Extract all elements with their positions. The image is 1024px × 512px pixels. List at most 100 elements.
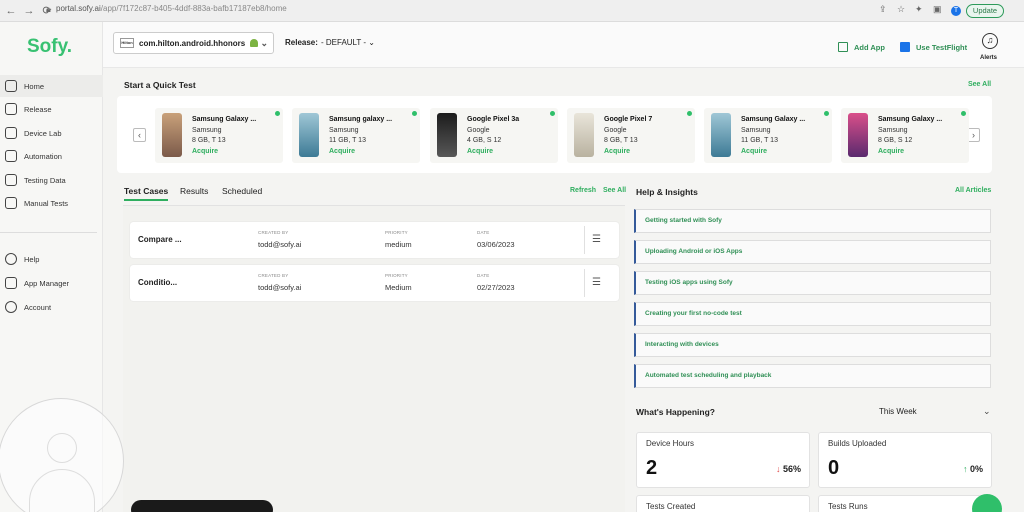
app-topbar: Hilton com.hilton.android.hhonors ⌄ Rele…	[103, 22, 1024, 68]
tab-results[interactable]: Results	[180, 186, 208, 196]
created-by-value: todd@sofy.ai	[258, 283, 302, 292]
app-thumbnail: Hilton	[120, 38, 134, 48]
sidebar-item-automation[interactable]: Automation	[0, 145, 103, 167]
sidebar-item-manual-tests[interactable]: Manual Tests	[0, 192, 103, 214]
stat-trend: ↑ 0%	[963, 464, 983, 474]
acquire-link[interactable]: Acquire	[329, 148, 355, 155]
device-card[interactable]: Samsung Galaxy ... Samsung 8 GB, S 12 Ac…	[841, 108, 969, 163]
release-dropdown[interactable]: - DEFAULT - ⌄	[321, 38, 375, 47]
sidebar-divider	[0, 232, 97, 233]
device-maker: Samsung	[741, 127, 771, 134]
star-icon[interactable]: ☆	[897, 4, 905, 15]
device-maker: Google	[604, 127, 627, 134]
device-card[interactable]: Google Pixel 7 Google 8 GB, T 13 Acquire	[567, 108, 695, 163]
sidebar-item-label: Release	[24, 104, 52, 114]
tab-test-cases[interactable]: Test Cases	[124, 186, 169, 201]
sidebar-item-testing-data[interactable]: Testing Data	[0, 169, 103, 191]
test-cases-see-all-link[interactable]: See All	[603, 187, 626, 194]
tab-scheduled[interactable]: Scheduled	[222, 186, 262, 196]
chat-bubble-icon[interactable]	[972, 494, 1002, 512]
sidebar-item-release[interactable]: Release	[0, 98, 103, 120]
test-case-name[interactable]: Conditio...	[138, 278, 177, 287]
stat-card-device-hours: Device Hours 2 ↓ 56%	[636, 432, 810, 488]
chevron-down-icon[interactable]: ⌄	[983, 406, 991, 417]
address-bar[interactable]: portal.sofy.ai/app/7f172c87-b405-4ddf-88…	[56, 4, 287, 13]
acquire-link[interactable]: Acquire	[878, 148, 904, 155]
arrow-down-icon: ↓	[775, 464, 781, 474]
sidebar-item-account[interactable]: Account	[0, 296, 103, 318]
update-button[interactable]: Update	[966, 4, 1004, 18]
refresh-link[interactable]: Refresh	[570, 187, 596, 194]
test-case-name[interactable]: Compare ...	[138, 235, 182, 244]
device-maker: Samsung	[329, 127, 359, 134]
period-dropdown[interactable]: This Week	[879, 407, 917, 416]
device-name: Google Pixel 7	[604, 116, 653, 123]
chevron-right-icon: ›	[972, 130, 975, 140]
avatar-body-shape	[29, 469, 95, 512]
chevron-left-icon: ‹	[138, 130, 141, 140]
device-image	[711, 113, 731, 157]
whats-happening-title: What's Happening?	[636, 407, 715, 417]
carousel-prev-button[interactable]: ‹	[133, 128, 146, 142]
sofy-logo[interactable]: Sofy.	[27, 36, 72, 58]
stat-trend-value: 0%	[969, 464, 983, 474]
acquire-link[interactable]: Acquire	[192, 148, 218, 155]
acquire-link[interactable]: Acquire	[467, 148, 493, 155]
device-name: Samsung galaxy ...	[329, 116, 393, 123]
sidebar-item-home[interactable]: Home	[0, 75, 103, 97]
device-card[interactable]: Samsung Galaxy ... Samsung 8 GB, T 13 Ac…	[155, 108, 283, 163]
avatar-head-shape	[47, 433, 77, 463]
article-link[interactable]: Creating your first no-code test	[634, 302, 991, 326]
alerts-label[interactable]: Alerts	[980, 55, 997, 61]
quick-test-title: Start a Quick Test	[124, 80, 196, 90]
share-icon[interactable]: ⇪	[879, 4, 887, 15]
sidebar-item-app-manager[interactable]: App Manager	[0, 272, 103, 294]
forward-icon[interactable]: →	[20, 5, 38, 17]
sidebar-item-label: Help	[24, 254, 40, 264]
article-link[interactable]: Automated test scheduling and playback	[634, 364, 991, 388]
row-divider	[584, 226, 585, 254]
article-link[interactable]: Uploading Android or iOS Apps	[634, 240, 991, 264]
testflight-button[interactable]: Use TestFlight	[900, 42, 967, 52]
add-app-label: Add App	[854, 42, 885, 52]
table-row[interactable]: Conditio... CREATED BY todd@sofy.ai PRIO…	[130, 265, 619, 301]
stat-label: Tests Runs	[828, 502, 868, 511]
device-card[interactable]: Samsung Galaxy ... Samsung 11 GB, T 13 A…	[704, 108, 832, 163]
list-search-icon[interactable]: ☰	[592, 234, 601, 245]
help-insights-title: Help & Insights	[636, 187, 698, 197]
online-status-dot	[687, 111, 692, 116]
sidebar-item-help[interactable]: Help	[0, 248, 103, 270]
browser-toolbar: ← → ⟳ 🔒︎ portal.sofy.ai/app/7f172c87-b40…	[0, 0, 1024, 22]
profile-avatar[interactable]: T	[951, 6, 961, 16]
back-icon[interactable]: ←	[2, 5, 20, 17]
testflight-icon	[900, 42, 910, 52]
date-header: DATE	[477, 230, 490, 235]
quick-test-see-all-link[interactable]: See All	[968, 81, 991, 88]
automation-icon	[5, 150, 17, 162]
list-search-icon[interactable]: ☰	[592, 277, 601, 288]
article-link[interactable]: Getting started with Sofy	[634, 209, 991, 233]
bell-icon[interactable]: ♫	[982, 33, 998, 49]
stat-card-tests-runs: Tests Runs	[818, 495, 992, 512]
acquire-link[interactable]: Acquire	[604, 148, 630, 155]
chevron-down-icon: ⌄	[260, 37, 268, 48]
sidebar-item-device-lab[interactable]: Device Lab	[0, 122, 103, 144]
table-row[interactable]: Compare ... CREATED BY todd@sofy.ai PRIO…	[130, 222, 619, 258]
all-articles-link[interactable]: All Articles	[955, 187, 991, 194]
device-image	[848, 113, 868, 157]
article-link[interactable]: Interacting with devices	[634, 333, 991, 357]
device-spec: 8 GB, S 12	[878, 137, 913, 144]
help-icon	[5, 253, 17, 265]
sidepanel-icon[interactable]: ▣	[933, 4, 942, 15]
add-app-button[interactable]: Add App	[838, 42, 885, 52]
device-card[interactable]: Samsung galaxy ... Samsung 11 GB, T 13 A…	[292, 108, 420, 163]
extensions-icon[interactable]: ✦	[915, 4, 923, 15]
app-selector[interactable]: Hilton com.hilton.android.hhonors ⌄	[113, 32, 274, 54]
article-link[interactable]: Testing iOS apps using Sofy	[634, 271, 991, 295]
device-card[interactable]: Google Pixel 3a Google 4 GB, S 12 Acquir…	[430, 108, 558, 163]
url-path: /app/7f172c87-b405-4ddf-883a-bafb17187eb…	[100, 4, 287, 13]
acquire-link[interactable]: Acquire	[741, 148, 767, 155]
recording-toolbar[interactable]	[131, 500, 273, 512]
priority-header: PRIORITY	[385, 230, 408, 235]
created-by-header: CREATED BY	[258, 273, 289, 278]
